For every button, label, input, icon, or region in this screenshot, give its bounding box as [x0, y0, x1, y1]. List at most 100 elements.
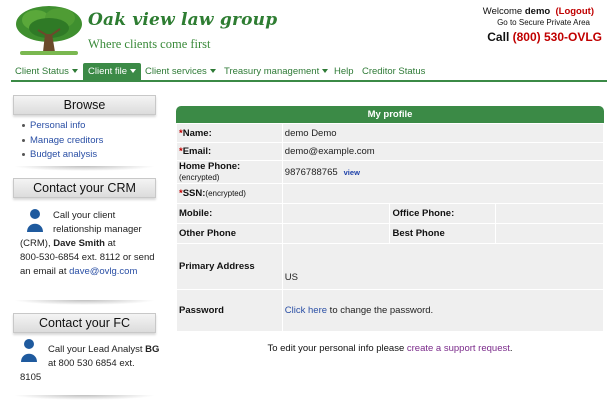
nav-client-services[interactable]: Client services — [143, 65, 218, 82]
office-phone-value — [495, 203, 604, 224]
profile-row-home-phone: Home Phone:(encrypted) 9876788765 view — [176, 160, 605, 184]
password-suffix: to change the password. — [327, 305, 434, 316]
crm-name: Dave Smith — [53, 238, 105, 249]
nav-creditor-status[interactable]: Creditor Status — [360, 65, 427, 82]
chevron-down-icon — [130, 69, 137, 74]
browse-links: Personal info Manage creditors Budget an… — [21, 120, 103, 164]
note-suffix: . — [509, 343, 513, 354]
view-phone-link[interactable]: view — [344, 168, 360, 177]
chevron-down-icon — [209, 69, 216, 74]
nav-label: Help — [334, 66, 354, 77]
home-phone-label: Home Phone:(encrypted) — [176, 160, 283, 184]
chevron-down-icon — [71, 69, 78, 74]
profile-table: *Name: demo Demo *Email: demo@example.co… — [176, 123, 605, 332]
name-label: *Name: — [176, 123, 283, 143]
edit-info-note: To edit your personal info please create… — [176, 343, 604, 354]
fc-line-2: at 800 530 6854 ext. — [48, 358, 135, 369]
other-phone-value — [281, 223, 391, 244]
fc-line-3: 8105 — [20, 372, 42, 383]
profile-row-email: *Email: demo@example.com — [176, 142, 605, 161]
ssn-label: *SSN:(encrypted) — [176, 183, 283, 204]
email-value: demo@example.com — [281, 142, 605, 161]
nav-label: Treasury management — [224, 66, 320, 77]
welcome-prefix: Welcome — [482, 6, 523, 17]
logout-link[interactable]: (Logout) — [555, 6, 594, 17]
change-password-link[interactable]: Click here — [285, 305, 327, 316]
password-label: Password — [176, 289, 283, 332]
profile-row-name: *Name: demo Demo — [176, 123, 605, 143]
fc-name: BG — [145, 344, 160, 355]
chevron-down-icon — [322, 69, 329, 74]
profile-row-password: Password Click here to change the passwo… — [176, 289, 605, 332]
section-divider — [13, 395, 156, 400]
ssn-value — [281, 183, 605, 204]
address-label: Primary Address — [176, 243, 283, 290]
best-phone-value — [495, 223, 604, 244]
crm-line-5: an email at dave@ovlg.com — [20, 265, 137, 279]
nav-label: Client services — [145, 66, 207, 77]
crm-line-1: Call your client — [53, 210, 116, 221]
brand-tagline: Where clients come first — [88, 37, 211, 51]
nav-client-status[interactable]: Client Status — [13, 65, 80, 82]
profile-row-ssn: *SSN:(encrypted) — [176, 183, 605, 204]
best-phone-label: Best Phone — [389, 223, 497, 244]
nav-client-file[interactable]: Client file — [83, 63, 142, 82]
crm-line-4: 800-530-6854 ext. 8112 or send — [20, 252, 155, 263]
nav-label: Client Status — [15, 66, 69, 77]
phone-value: (800) 530-OVLG — [512, 30, 602, 44]
email-label-text: Email: — [182, 146, 212, 157]
fc-heading: Contact your FC — [13, 313, 156, 333]
section-divider — [13, 166, 156, 171]
crm-line-3-prefix: (CRM), — [20, 238, 54, 249]
name-label-text: Name: — [182, 127, 212, 139]
note-prefix: To edit your personal info please — [267, 343, 407, 354]
crm-line-2: relationship manager — [53, 224, 142, 235]
office-phone-label: Office Phone: — [389, 203, 497, 224]
email-label: *Email: — [176, 142, 283, 161]
profile-row-address: Primary Address US — [176, 243, 605, 290]
mobile-value — [281, 203, 391, 224]
crm-heading: Contact your CRM — [13, 178, 156, 198]
oak-tree-logo[interactable] — [14, 4, 84, 56]
manage-creditors-link[interactable]: Manage creditors — [21, 135, 103, 146]
crm-line-5-prefix: an email at — [20, 266, 70, 277]
ssn-label-text: SSN: — [182, 188, 206, 199]
encrypted-note: (encrypted) — [205, 189, 246, 198]
other-phone-label: Other Phone — [176, 223, 283, 244]
main-nav: Client Status Client file Client service… — [11, 62, 607, 82]
crm-line-3: (CRM), Dave Smith at — [20, 237, 116, 251]
nav-label: Client file — [88, 66, 128, 77]
section-divider — [13, 300, 156, 305]
home-phone-value-cell: 9876788765 view — [281, 160, 605, 184]
crm-email-link[interactable]: dave@ovlg.com — [69, 266, 137, 277]
home-phone-label-text: Home Phone: — [179, 161, 241, 172]
personal-info-link[interactable]: Personal info — [21, 120, 103, 131]
username: demo — [524, 6, 551, 17]
profile-row-other-phone: Other Phone Best Phone — [176, 223, 604, 244]
encrypted-note: (encrypted) — [179, 173, 220, 182]
brand-name[interactable]: Oak view law group — [88, 10, 277, 30]
password-value: Click here to change the password. — [281, 289, 605, 332]
nav-treasury-management[interactable]: Treasury management — [222, 65, 330, 82]
support-request-link[interactable]: create a support request — [407, 343, 510, 354]
nav-label: Creditor Status — [362, 66, 426, 77]
nav-help[interactable]: Help — [332, 65, 356, 82]
address-value: US — [281, 243, 605, 290]
phone-number: Call (800) 530-OVLG — [487, 30, 602, 44]
budget-analysis-link[interactable]: Budget analysis — [21, 149, 103, 160]
crm-line-3-suffix: at — [105, 238, 116, 249]
welcome-message: Welcome demo (Logout) — [483, 6, 594, 17]
fc-line-1: Call your Lead Analyst BG — [48, 343, 159, 357]
name-value: demo Demo — [281, 123, 605, 143]
person-icon — [27, 209, 43, 232]
profile-row-mobile: Mobile: Office Phone: — [176, 203, 604, 224]
call-label: Call — [487, 30, 510, 44]
browse-heading: Browse — [13, 95, 156, 115]
home-phone-value: 9876788765 — [284, 166, 338, 178]
profile-panel-title: My profile — [176, 106, 604, 123]
header: Oak view law group Where clients come fi… — [0, 0, 616, 62]
mobile-label: Mobile: — [176, 203, 283, 224]
secure-area-link[interactable]: Go to Secure Private Area — [497, 18, 590, 27]
fc-line-1-prefix: Call your Lead Analyst — [48, 344, 146, 355]
person-icon — [21, 339, 37, 362]
